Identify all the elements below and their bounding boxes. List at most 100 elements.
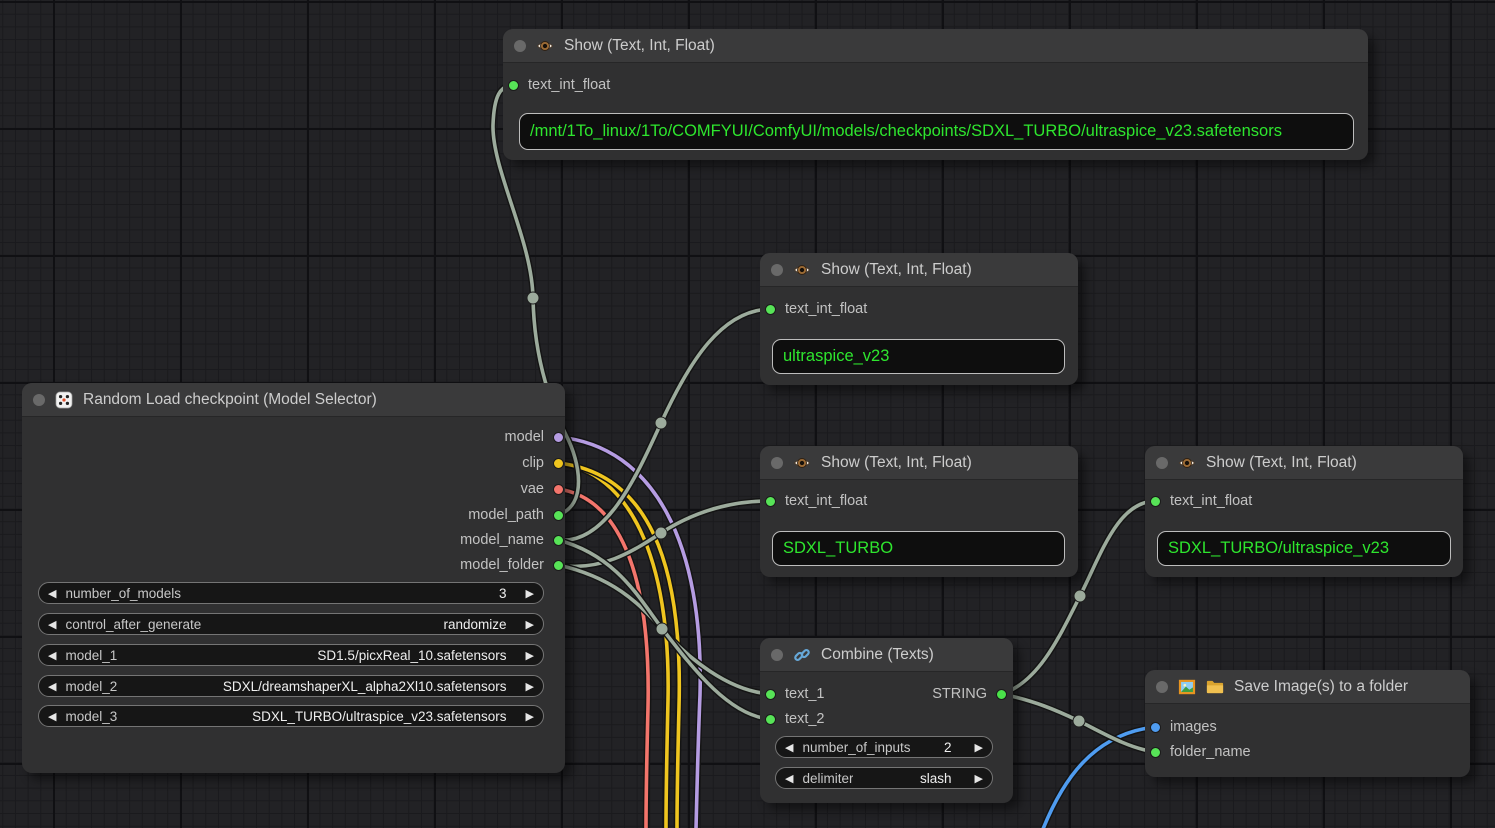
node-title: Combine (Texts): [821, 646, 934, 664]
collapse-dot[interactable]: [1156, 457, 1168, 469]
display-value-box: ultraspice_v23: [772, 339, 1065, 374]
widget-model-1[interactable]: ◀ model_1 SD1.5/picxReal_10.safetensors …: [38, 644, 544, 666]
widget-label: model_2: [65, 679, 117, 694]
collapse-dot[interactable]: [771, 649, 783, 661]
eye-icon: [1178, 454, 1196, 472]
node-show-name: Show (Text, Int, Float) text_int_float u…: [760, 253, 1078, 385]
output-label: vae: [521, 481, 544, 497]
folder-icon: [1206, 678, 1224, 696]
input-label: folder_name: [1170, 744, 1251, 760]
node-combine-titlebar[interactable]: Combine (Texts): [760, 638, 1013, 672]
decrement-arrow-icon[interactable]: ◀: [39, 649, 65, 662]
display-value-box: SDXL_TURBO/ultraspice_v23: [1157, 531, 1451, 566]
input-label: text_2: [785, 711, 825, 727]
input-port[interactable]: [1150, 496, 1161, 507]
input-label: text_int_float: [785, 493, 867, 509]
input-text-int-float: text_int_float: [765, 491, 867, 511]
widget-value: 2: [944, 740, 966, 755]
display-value: ultraspice_v23: [783, 347, 889, 366]
node-title: Show (Text, Int, Float): [821, 454, 972, 472]
input-port-images[interactable]: [1150, 722, 1161, 733]
node-show-path-titlebar[interactable]: Show (Text, Int, Float): [503, 29, 1368, 63]
widget-control-after-generate[interactable]: ◀ control_after_generate randomize ▶: [38, 613, 544, 635]
wire-images: [1043, 727, 1155, 828]
decrement-arrow-icon[interactable]: ◀: [776, 772, 802, 785]
eye-icon: [536, 37, 554, 55]
node-graph-canvas[interactable]: Show (Text, Int, Float) text_int_float /…: [0, 0, 1495, 828]
output-port-vae[interactable]: [553, 484, 564, 495]
node-show-name-titlebar[interactable]: Show (Text, Int, Float): [760, 253, 1078, 287]
widget-number-of-models[interactable]: ◀ number_of_models 3 ▶: [38, 582, 544, 604]
widget-label: number_of_models: [65, 586, 181, 601]
input-label: text_1: [785, 686, 825, 702]
collapse-dot[interactable]: [771, 457, 783, 469]
link-icon: [793, 646, 811, 664]
increment-arrow-icon[interactable]: ▶: [517, 680, 543, 693]
display-value: SDXL_TURBO: [783, 539, 893, 558]
input-images: images: [1150, 717, 1217, 737]
widget-number-of-inputs[interactable]: ◀ number_of_inputs 2 ▶: [775, 736, 993, 758]
increment-arrow-icon[interactable]: ▶: [517, 649, 543, 662]
node-title: Save Image(s) to a folder: [1234, 678, 1408, 696]
wire-clip-b: [558, 463, 679, 828]
widget-delimiter[interactable]: ◀ delimiter slash ▶: [775, 767, 993, 789]
widget-value: randomize: [444, 617, 517, 632]
collapse-dot[interactable]: [514, 40, 526, 52]
output-port-model-name[interactable]: [553, 535, 564, 546]
wire-clip-a: [558, 463, 668, 828]
output-port-model-path[interactable]: [553, 510, 564, 521]
increment-arrow-icon[interactable]: ▶: [966, 741, 992, 754]
display-value: SDXL_TURBO/ultraspice_v23: [1168, 539, 1389, 558]
input-port-text-1[interactable]: [765, 689, 776, 700]
input-text-1: text_1: [765, 684, 825, 704]
input-text-int-float: text_int_float: [1150, 491, 1252, 511]
input-port[interactable]: [508, 80, 519, 91]
output-port-clip[interactable]: [553, 458, 564, 469]
widget-label: model_1: [65, 648, 117, 663]
decrement-arrow-icon[interactable]: ◀: [39, 710, 65, 723]
dice-icon: [55, 391, 73, 409]
decrement-arrow-icon[interactable]: ◀: [39, 587, 65, 600]
node-show-folder-titlebar[interactable]: Show (Text, Int, Float): [760, 446, 1078, 480]
widget-value: SDXL/dreamshaperXL_alpha2Xl10.safetensor…: [223, 679, 517, 694]
collapse-dot[interactable]: [1156, 681, 1168, 693]
node-save-titlebar[interactable]: Save Image(s) to a folder: [1145, 670, 1470, 704]
widget-model-2[interactable]: ◀ model_2 SDXL/dreamshaperXL_alpha2Xl10.…: [38, 675, 544, 697]
output-model: model: [505, 427, 565, 447]
increment-arrow-icon[interactable]: ▶: [517, 710, 543, 723]
output-port-string[interactable]: [996, 689, 1007, 700]
input-port[interactable]: [765, 304, 776, 315]
output-label: model: [505, 429, 545, 445]
input-port[interactable]: [765, 496, 776, 507]
input-text-int-float: text_int_float: [765, 299, 867, 319]
output-port-model[interactable]: [553, 432, 564, 443]
increment-arrow-icon[interactable]: ▶: [517, 618, 543, 631]
node-show-combined: Show (Text, Int, Float) text_int_float S…: [1145, 446, 1463, 577]
increment-arrow-icon[interactable]: ▶: [966, 772, 992, 785]
decrement-arrow-icon[interactable]: ◀: [776, 741, 802, 754]
input-port-folder-name[interactable]: [1150, 747, 1161, 758]
collapse-dot[interactable]: [771, 264, 783, 276]
eye-icon: [793, 454, 811, 472]
node-random-load-checkpoint: Random Load checkpoint (Model Selector) …: [22, 383, 565, 773]
collapse-dot[interactable]: [33, 394, 45, 406]
node-title: Random Load checkpoint (Model Selector): [83, 391, 377, 409]
node-save-images-to-folder: Save Image(s) to a folder images folder_…: [1145, 670, 1470, 777]
input-label: text_int_float: [528, 77, 610, 93]
node-combine-texts: Combine (Texts) text_1 text_2 STRING ◀ n…: [760, 638, 1013, 803]
node-show-folder: Show (Text, Int, Float) text_int_float S…: [760, 446, 1078, 577]
decrement-arrow-icon[interactable]: ◀: [39, 618, 65, 631]
input-label: images: [1170, 719, 1217, 735]
widget-label: number_of_inputs: [802, 740, 910, 755]
output-port-model-folder[interactable]: [553, 560, 564, 571]
input-port-text-2[interactable]: [765, 714, 776, 725]
input-text-2: text_2: [765, 709, 825, 729]
output-label: model_path: [468, 507, 544, 523]
node-show-combined-titlebar[interactable]: Show (Text, Int, Float): [1145, 446, 1463, 480]
decrement-arrow-icon[interactable]: ◀: [39, 680, 65, 693]
node-title: Show (Text, Int, Float): [564, 37, 715, 55]
widget-model-3[interactable]: ◀ model_3 SDXL_TURBO/ultraspice_v23.safe…: [38, 705, 544, 727]
node-loader-titlebar[interactable]: Random Load checkpoint (Model Selector): [22, 383, 565, 417]
increment-arrow-icon[interactable]: ▶: [517, 587, 543, 600]
output-model-path: model_path: [468, 505, 564, 525]
